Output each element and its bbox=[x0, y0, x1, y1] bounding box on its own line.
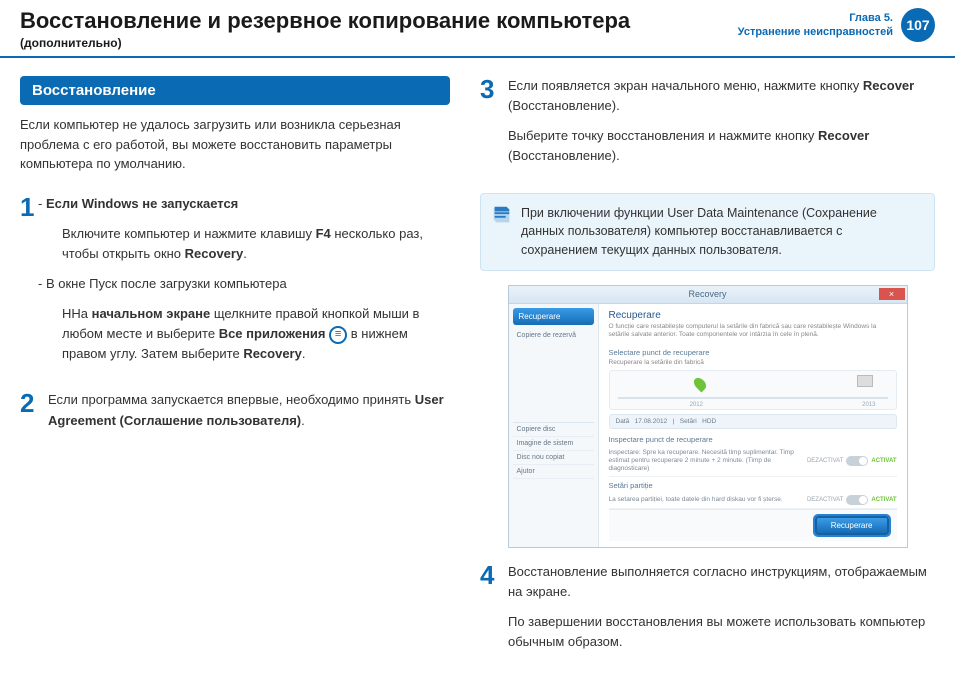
step1-p1: Включите компьютер и нажмите клавишу F4 … bbox=[48, 224, 450, 264]
chapter-line2: Устранение неисправностей bbox=[738, 25, 893, 39]
content-columns: Восстановление Если компьютер не удалось… bbox=[0, 58, 955, 678]
timeline-year: 2013 bbox=[862, 402, 875, 408]
shot-sidebar: Recuperare Copiere de rezervă Copiere di… bbox=[509, 304, 599, 547]
title-block: Восстановление и резервное копирование к… bbox=[20, 8, 630, 50]
toggle-inspect[interactable]: DEZACTIVAT ACTIVAT bbox=[807, 456, 897, 466]
shot-infobar: Dată 17.08.2012 | Setări HDD bbox=[609, 414, 897, 429]
page-header: Восстановление и резервное копирование к… bbox=[0, 0, 955, 58]
step4-p1: Восстановление выполняется согласно инст… bbox=[508, 562, 935, 602]
timeline-pin-icon[interactable] bbox=[692, 376, 709, 393]
step1-heading-b: - В окне Пуск после загрузки компьютера bbox=[38, 274, 450, 294]
step-body: Восстановление выполняется согласно инст… bbox=[508, 562, 935, 663]
timeline-track bbox=[618, 397, 888, 399]
step-body: Если программа запускается впервые, необ… bbox=[48, 390, 450, 440]
page-title: Восстановление и резервное копирование к… bbox=[20, 8, 630, 34]
timeline-flag-icon[interactable] bbox=[857, 375, 873, 387]
step-3: 3 Если появляется экран начального меню,… bbox=[480, 76, 935, 177]
step-number: 3 bbox=[480, 76, 498, 177]
shot-main: Recuperare O funcție care restabilește c… bbox=[599, 304, 907, 547]
sidebar-tab-recuperare[interactable]: Recuperare bbox=[513, 308, 594, 325]
step4-p2: По завершении восстановления вы можете и… bbox=[508, 612, 935, 652]
shot-description: O funcție care restabilește computerul l… bbox=[609, 323, 897, 340]
row-text: La setarea partiției, toate datele din h… bbox=[609, 496, 807, 504]
step-number: 1 bbox=[20, 194, 38, 375]
recovery-app-screenshot: Recovery × Recuperare Copiere de rezervă… bbox=[508, 285, 908, 548]
chapter-line1: Глава 5. bbox=[738, 11, 893, 25]
step-number: 4 bbox=[480, 562, 498, 663]
recover-button[interactable]: Recuperare bbox=[815, 516, 889, 535]
note-text: При включении функции User Data Maintena… bbox=[521, 206, 877, 258]
shot-row-inspect: Inspectare: Spre ka recuperare. Necesită… bbox=[609, 446, 897, 476]
all-apps-icon bbox=[329, 326, 347, 344]
right-column: 3 Если появляется экран начального меню,… bbox=[480, 76, 935, 678]
shot-section-subtext: Recuperare la setările din fabrică bbox=[609, 359, 897, 367]
toggle-partition[interactable]: DEZACTIVAT ACTIVAT bbox=[807, 495, 897, 505]
shot-section-partition: Setări partiție bbox=[609, 481, 897, 490]
sidebar-item-help[interactable]: Ajutor bbox=[513, 465, 594, 479]
shot-heading: Recuperare bbox=[609, 310, 897, 321]
sidebar-item-new-disc[interactable]: Disc nou copiat bbox=[513, 451, 594, 465]
page-subtitle: (дополнительно) bbox=[20, 36, 630, 50]
chapter-block: Глава 5. Устранение неисправностей 107 bbox=[738, 8, 935, 42]
step1-heading-a: - Если Windows не запускается bbox=[38, 194, 450, 214]
recovery-timeline[interactable]: 2012 2013 bbox=[609, 370, 897, 410]
step1-p2: ННа начальном экране щелкните правой кно… bbox=[48, 304, 450, 364]
intro-text: Если компьютер не удалось загрузить или … bbox=[20, 115, 450, 174]
step-4: 4 Восстановление выполняется согласно ин… bbox=[480, 562, 935, 663]
step-body: - Если Windows не запускается Включите к… bbox=[48, 194, 450, 375]
note-box: При включении функции User Data Maintena… bbox=[480, 193, 935, 271]
shot-section-inspect: Inspectare punct de recuperare bbox=[609, 435, 897, 444]
close-icon[interactable]: × bbox=[879, 288, 905, 300]
step3-p2: Выберите точку восстановления и нажмите … bbox=[508, 126, 935, 166]
row-text: Inspectare: Spre ka recuperare. Necesită… bbox=[609, 449, 807, 472]
toggle-track-icon bbox=[846, 495, 868, 505]
sidebar-item-backup[interactable]: Copiere de rezervă bbox=[513, 329, 594, 342]
page-number-badge: 107 bbox=[901, 8, 935, 42]
shot-row-partition: La setarea partiției, toate datele din h… bbox=[609, 492, 897, 509]
note-icon bbox=[491, 204, 513, 226]
toggle-track-icon bbox=[846, 456, 868, 466]
shot-footer: Recuperare bbox=[609, 509, 897, 541]
chapter-text: Глава 5. Устранение неисправностей bbox=[738, 11, 893, 40]
shot-title: Recovery bbox=[688, 289, 726, 299]
timeline-year: 2012 bbox=[690, 402, 703, 408]
sidebar-bottom-nav: Copiere disc Imagine de sistem Disc nou … bbox=[513, 422, 594, 479]
shot-titlebar: Recovery × bbox=[509, 286, 907, 304]
step-2: 2 Если программа запускается впервые, не… bbox=[20, 390, 450, 440]
step-body: Если появляется экран начального меню, н… bbox=[508, 76, 935, 177]
step-number: 2 bbox=[20, 390, 38, 440]
step-1: 1 - Если Windows не запускается Включите… bbox=[20, 194, 450, 375]
step3-p1: Если появляется экран начального меню, н… bbox=[508, 76, 935, 116]
step2-text: Если программа запускается впервые, необ… bbox=[48, 390, 450, 430]
left-column: Восстановление Если компьютер не удалось… bbox=[20, 76, 450, 678]
section-heading-recovery: Восстановление bbox=[20, 76, 450, 105]
shot-body: Recuperare Copiere de rezervă Copiere di… bbox=[509, 304, 907, 547]
sidebar-item-disc-copy[interactable]: Copiere disc bbox=[513, 423, 594, 437]
shot-section-select-point: Selectare punct de recuperare bbox=[609, 348, 897, 357]
sidebar-item-system-image[interactable]: Imagine de sistem bbox=[513, 437, 594, 451]
